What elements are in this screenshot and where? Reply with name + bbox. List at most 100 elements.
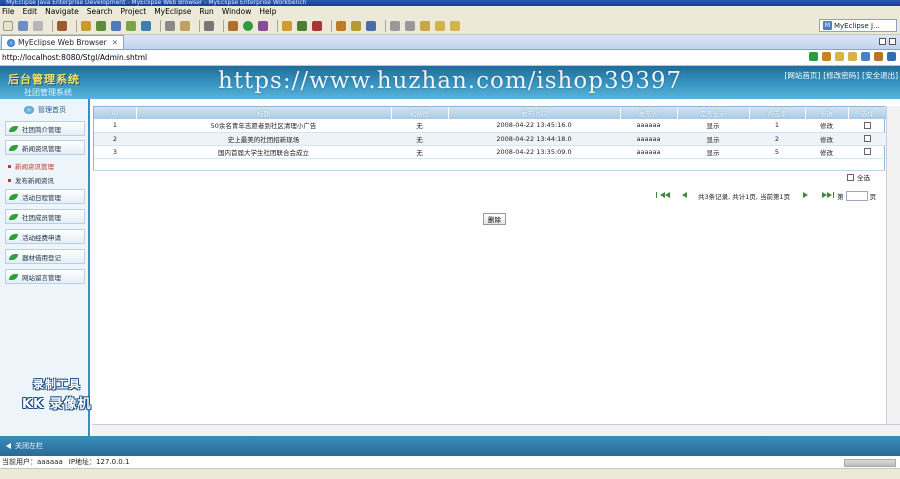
cell-title[interactable]: 史上最美的社团招新现场 [136,132,391,146]
sidebar-item-funding[interactable]: 活动经费申请 [5,229,85,244]
cell-id: 2 [94,132,136,146]
sidebar-item-members[interactable]: 社团成员管理 [5,209,85,224]
folder-icon[interactable] [180,20,190,31]
next-annotation-icon[interactable] [390,20,400,31]
go-icon[interactable] [809,52,818,61]
open-task-icon[interactable] [297,20,307,31]
package-icon[interactable] [111,20,121,31]
menu-window[interactable]: Window [222,7,252,16]
save-all-icon[interactable] [33,20,43,31]
url-input[interactable] [2,51,772,64]
menu-edit[interactable]: Edit [23,7,38,16]
sidebar-sub-news-manage[interactable]: 新闻资讯管理 [8,161,54,171]
logout-link[interactable]: [安全退出] [862,70,898,81]
sidebar-item-label: 活动日程管理 [22,193,61,202]
last-page-icon[interactable] [819,192,835,200]
wizard-icon[interactable] [165,20,175,31]
col-edit: 修改 [805,107,849,119]
change-password-link[interactable]: [修改密码] [823,70,859,81]
close-icon[interactable]: ✕ [112,38,118,47]
sidebar-sub-news-publish[interactable]: 发布新闻资讯 [8,175,54,185]
menu-navigate[interactable]: Navigate [45,7,79,16]
edit-link[interactable]: 修改 [805,145,848,159]
cell-id: 1 [94,119,136,133]
server-icon[interactable] [96,20,106,31]
select-all[interactable]: 全选 [847,172,870,182]
minimize-icon[interactable] [879,38,886,45]
menu-run[interactable]: Run [199,7,213,16]
refresh-icon[interactable] [874,52,883,61]
new-icon[interactable] [3,20,13,31]
menu-bar: File Edit Navigate Search Project MyEcli… [0,6,900,17]
next-page-icon[interactable] [800,192,811,200]
menu-help[interactable]: Help [259,7,276,16]
sidebar-item-equipment[interactable]: 器材借用登记 [5,249,85,264]
edit-link[interactable]: 修改 [805,132,848,146]
terminal-icon[interactable] [204,20,214,31]
class-icon[interactable] [126,20,136,31]
run-icon[interactable] [243,20,253,31]
sidebar-item-schedule[interactable]: 活动日程管理 [5,189,85,204]
sidebar-item-news[interactable]: 新闻资讯管理 [5,140,85,155]
sidebar-item-label: 活动经费申请 [22,233,61,242]
back-icon[interactable] [835,52,844,61]
page-number-input[interactable] [845,191,868,201]
bullet-icon [8,178,11,182]
sidebar-home-label: 管理首页 [38,106,66,114]
options-icon[interactable] [887,52,896,61]
tab-myeclipse-web-browser[interactable]: MyEclipse Web Browser ✕ [1,35,125,49]
back-icon[interactable] [435,20,445,31]
forward-icon[interactable] [450,20,460,31]
horizontal-scrollbar[interactable] [92,424,900,436]
cell-select [848,132,886,146]
prev-annotation-icon[interactable] [405,20,415,31]
home-link[interactable]: [网站首页] [784,70,820,81]
vertical-scrollbar[interactable] [886,106,900,424]
close-left-panel[interactable]: 关闭左栏 [6,441,43,451]
cell-title[interactable]: 50余名青年志愿者到社区清理小广告 [136,119,391,133]
menu-project[interactable]: Project [121,7,147,16]
bookmark-icon[interactable] [366,20,376,31]
cell-title[interactable]: 国内首届大学生社团联合会成立 [136,145,391,159]
last-edit-icon[interactable] [420,20,430,31]
open-type-icon[interactable] [282,20,292,31]
app-footer [0,436,900,456]
toolbar-separator [52,19,53,32]
menu-search[interactable]: Search [87,7,113,16]
stop-icon[interactable] [861,52,870,61]
cell-visible: 显示 [677,145,749,159]
tools-icon[interactable] [822,52,831,61]
sidebar-item-club-intro[interactable]: 社团简介管理 [5,121,85,136]
search-icon[interactable] [312,20,322,31]
globe-icon[interactable] [141,20,151,31]
external-tools-icon[interactable] [258,20,268,31]
perspective-switcher[interactable]: M MyEclipse J... [819,19,897,32]
table-footer [93,170,885,184]
delete-button[interactable]: 删除 [483,213,506,225]
bullet-icon [8,164,11,168]
print-icon[interactable] [57,20,67,31]
select-all-checkbox[interactable] [847,173,854,181]
row-checkbox[interactable] [863,148,871,155]
menu-myeclipse[interactable]: MyEclipse [154,7,191,16]
deploy-icon[interactable] [81,20,91,31]
pencil-icon[interactable] [351,20,361,31]
row-checkbox[interactable] [863,135,871,142]
forward-icon[interactable] [848,52,857,61]
current-user: 当前用户：aaaaaa [2,458,63,466]
cell-publisher: aaaaaa [620,132,677,146]
cell-visible: 显示 [677,132,749,146]
save-icon[interactable] [18,20,28,31]
sidebar-home[interactable]: 管理首页 [0,104,90,116]
edit-link[interactable]: 修改 [805,119,848,133]
row-checkbox[interactable] [863,121,871,129]
sidebar-item-label: 社团简介管理 [22,125,61,134]
first-page-icon[interactable] [654,192,673,200]
maximize-icon[interactable] [889,38,896,45]
leaf-icon [9,193,18,200]
sidebar-item-messages[interactable]: 网站留言管理 [5,269,85,284]
annotation-icon[interactable] [336,20,346,31]
menu-file[interactable]: File [2,7,15,16]
debug-icon[interactable] [228,20,238,31]
prev-page-icon[interactable] [679,192,690,200]
